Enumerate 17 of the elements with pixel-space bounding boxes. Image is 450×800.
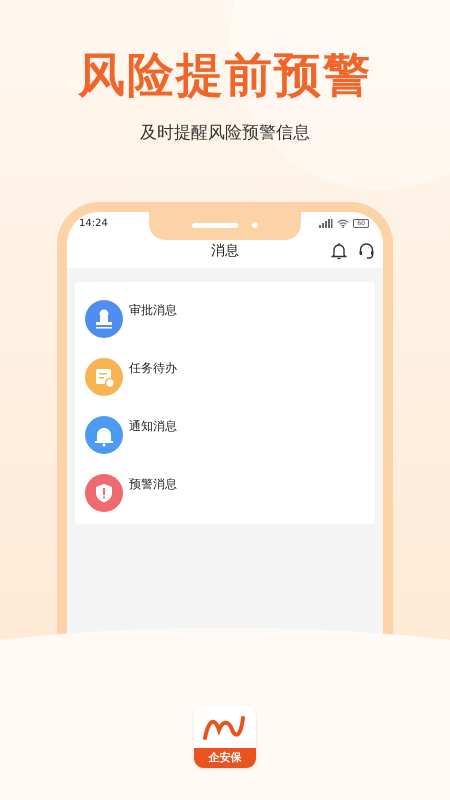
logo-text: 企安保	[194, 748, 256, 768]
headset-icon[interactable]	[358, 242, 375, 260]
category-label: 审批消息	[129, 302, 177, 319]
category-label: 任务待办	[129, 360, 177, 377]
category-label: 通知消息	[129, 418, 177, 435]
message-category[interactable]: 任务待办	[85, 350, 365, 408]
message-category[interactable]: 预警消息	[85, 466, 365, 524]
category-label: 预警消息	[129, 476, 177, 493]
status-time: 14:24	[79, 218, 108, 228]
wifi-icon	[337, 218, 350, 228]
headline: 风险提前预警	[78, 47, 372, 105]
subtitle: 及时提醒风险预警信息	[140, 122, 310, 144]
signal-icon	[319, 218, 334, 228]
message-category[interactable]: 通知消息	[85, 408, 365, 466]
screen-title: 消息	[211, 242, 239, 260]
message-category[interactable]: 审批消息	[85, 292, 365, 350]
bell-icon[interactable]	[331, 242, 347, 260]
